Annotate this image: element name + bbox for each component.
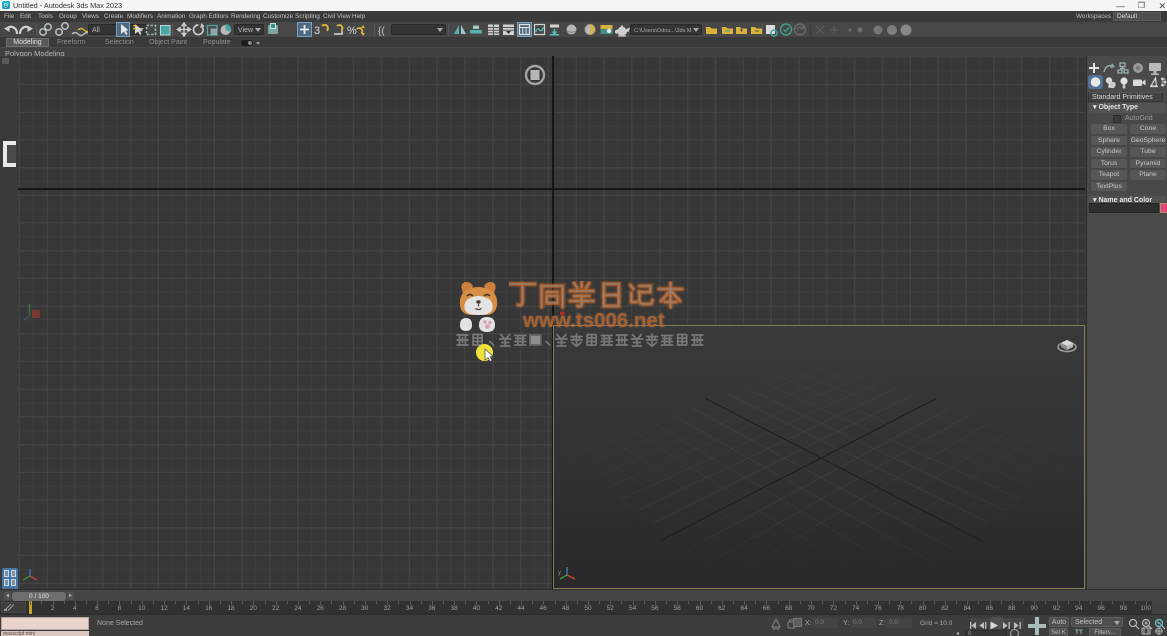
- svg-text:B: B: [4, 4, 8, 10]
- svg-text:y: y: [558, 570, 561, 576]
- svg-text:{(: {(: [378, 26, 385, 37]
- svg-text:%: %: [347, 25, 357, 37]
- svg-text:3: 3: [314, 25, 320, 37]
